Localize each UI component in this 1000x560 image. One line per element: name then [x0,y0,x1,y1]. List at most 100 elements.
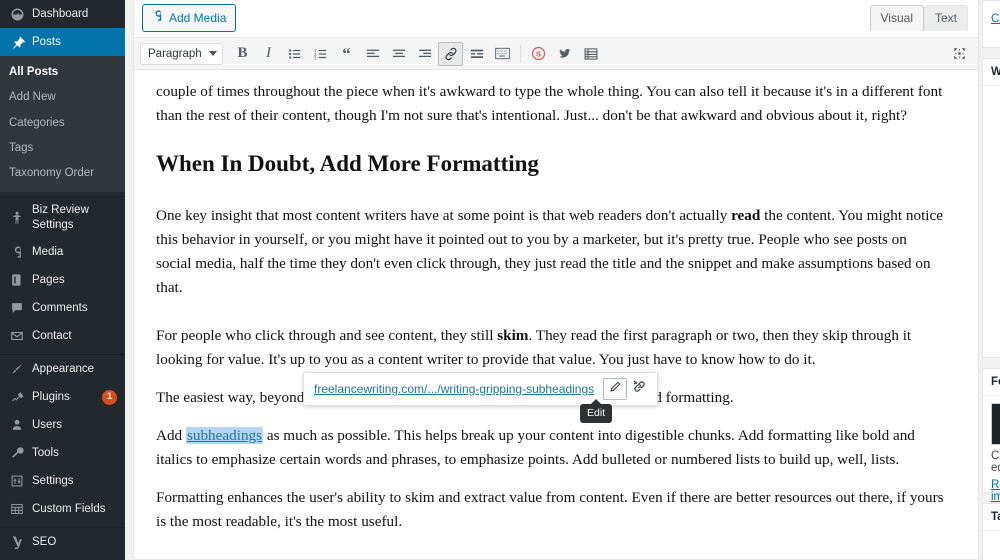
subheadings-link[interactable]: subheadings [185,426,264,444]
blockquote-button[interactable]: “ [334,42,359,66]
sidebar-item-taxonomy-order[interactable]: Taxonomy Order [0,161,125,186]
envelope-icon [9,328,25,344]
comments-icon [9,300,25,316]
sidebar-item-categories[interactable]: Categories [0,111,125,136]
sidebar-label: Dashboard [32,7,89,20]
tweet-button[interactable] [552,42,577,66]
unlink-icon [632,379,647,399]
sidebar-label: Comments [32,301,88,314]
sidebar-item-all-posts[interactable]: All Posts [0,60,125,85]
text-run: One key insight that most content writer… [156,206,732,224]
metabox-categories: Categories [982,0,1000,48]
metabox-wordfence: Wordfence [982,58,1000,358]
bold-run: read [731,206,761,224]
align-center-button[interactable] [386,42,411,66]
sidebar-label: Contact [32,329,72,342]
sidebar-label: Settings [32,474,74,487]
plug-icon [9,389,25,405]
metabox-title: Tags [983,504,1000,531]
paragraph-with-link: Add subheadings as much as possible. Thi… [156,424,944,472]
editor-media-bar: Add Media Visual Text [134,0,978,38]
sidebar-item-tools[interactable]: Tools [0,439,125,467]
add-media-button[interactable]: Add Media [142,4,237,32]
svg-text:3: 3 [314,55,317,60]
italic-button[interactable]: I [256,42,281,66]
sidebar-item-comments[interactable]: Comments [0,294,125,322]
metabox-title: Featured Image [983,369,1000,396]
wrench-icon [9,445,25,461]
formatting-toolbar: Paragraph B I 123 “ S [134,38,978,70]
edit-tooltip: Edit [580,399,613,423]
sidebar-item-seo[interactable]: SEO [0,528,125,556]
yoast-icon [9,534,25,550]
align-right-button[interactable] [412,42,437,66]
post-content-editable[interactable]: couple of times throughout the piece whe… [134,70,978,559]
sidebar-item-custom-fields[interactable]: Custom Fields [0,495,125,523]
sidebar-item-plugins[interactable]: Plugins 1 [0,383,125,411]
bullet-list-button[interactable] [282,42,307,66]
posts-submenu: All Posts Add New Categories Tags Taxono… [0,56,125,193]
tab-text[interactable]: Text [923,5,968,31]
format-select-value: Paragraph [148,47,202,60]
toolbar-toggle-button[interactable] [490,42,515,66]
sidebar-label: Media [32,245,64,258]
featured-image-caption: Click the image to edit or update [991,450,1000,474]
metabox-featured-image: Featured Image Click the image to edit o… [982,368,1000,503]
sidebar-item-dashboard[interactable]: Dashboard [0,0,125,28]
svg-text:S: S [536,50,541,59]
sidebar-label: Users [32,418,63,431]
chevron-down-icon [209,51,217,56]
metabox-title: Wordfence [983,59,1000,86]
insert-link-button[interactable] [438,41,463,66]
bold-button[interactable]: B [230,42,255,66]
sidebar-item-settings[interactable]: Settings [0,467,125,495]
sidebar-label: SEO [32,535,57,548]
sidebar-label: Pages [32,273,65,286]
tab-visual[interactable]: Visual [869,5,924,31]
featured-image-thumbnail[interactable] [991,403,1000,445]
sidebar-item-users[interactable]: Users [0,411,125,439]
editor-mode-tabs: Visual Text [869,5,970,31]
remove-featured-image-link[interactable]: Remove featured image [991,479,1000,503]
sidebar-label: Custom Fields [32,502,106,515]
sidebar-item-posts[interactable]: Posts [0,28,125,56]
align-left-button[interactable] [360,42,385,66]
metabox-body: Categories [983,1,1000,32]
sidebar-item-pages[interactable]: Pages [0,266,125,294]
sidebar-item-tags[interactable]: Tags [0,136,125,161]
link-url[interactable]: freelancewriting.com/.../writing-grippin… [314,382,594,396]
custom-fields-icon [9,501,25,517]
sidebar-item-media[interactable]: Media [0,238,125,266]
shortcode-button[interactable]: S [526,42,551,66]
metabox-link[interactable]: Categories [991,13,1000,25]
media-icon [151,9,164,27]
edit-link-button[interactable] [603,378,628,400]
sidebar-item-wordfence[interactable]: Wordfence 2 [0,556,125,560]
unlink-button[interactable] [627,378,651,400]
format-select[interactable]: Paragraph [140,42,223,65]
bold-run: skim [497,326,529,344]
paragraph: couple of times throughout the piece whe… [156,83,943,125]
metabox-body: Click the image to edit or update Remove… [983,396,1000,510]
sidebar-item-biz-review-settings[interactable]: Biz Review Settings [0,197,125,238]
user-icon [9,417,25,433]
plugins-update-badge: 1 [102,389,117,405]
person-icon [9,210,25,226]
text-run: Add [156,426,186,444]
sidebar-item-contact[interactable]: Contact [0,322,125,350]
editor-column: Add Media Visual Text Paragraph B I 1 2 … [125,0,1000,560]
sidebar-label: Plugins [32,390,70,403]
pin-icon [9,34,25,50]
read-more-button[interactable] [464,42,489,66]
sidebar-label: Appearance [32,362,95,375]
sidebar-item-appearance[interactable]: Appearance [0,355,125,383]
pages-icon [9,272,25,288]
post-sidebar-metaboxes: Categories Wordfence Featured Image Clic… [978,0,1000,560]
metabox-tags: Tags [982,503,1000,560]
distraction-free-button[interactable] [947,42,972,66]
pencil-icon [608,380,622,399]
table-button[interactable] [578,42,603,66]
brush-icon [9,361,25,377]
numbered-list-button[interactable]: 123 [308,42,333,66]
sidebar-item-add-new[interactable]: Add New [0,85,125,110]
